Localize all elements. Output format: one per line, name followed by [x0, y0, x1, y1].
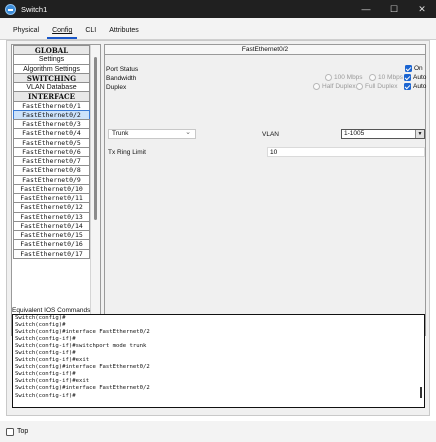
half-duplex-label: Half Duplex [322, 83, 356, 90]
console-line: Switch(config)#interface FastEthernet0/2 [15, 364, 150, 371]
sidebar-item-fastethernet0-4[interactable]: FastEthernet0/4 [13, 128, 90, 139]
radio-icon [369, 74, 376, 81]
sidebar-item-fastethernet0-5[interactable]: FastEthernet0/5 [13, 137, 90, 148]
port-status-label: Port Status [106, 66, 139, 73]
sidebar-item-fastethernet0-7[interactable]: FastEthernet0/7 [13, 156, 90, 167]
bandwidth-auto-label: Auto [413, 74, 427, 81]
sidebar-item-fastethernet0-14[interactable]: FastEthernet0/14 [13, 220, 90, 231]
maximize-button[interactable]: ☐ [380, 0, 408, 18]
ios-commands-console[interactable]: Switch(config)# Switch(config)# Switch(con… [12, 314, 425, 408]
dropdown-arrow-icon[interactable]: ▼ [415, 130, 424, 138]
console-line: Switch(config-if)# [15, 371, 76, 378]
bandwidth-100-radio: 100 Mbps [325, 74, 363, 81]
chevron-down-icon: ⌄ [185, 129, 191, 136]
console-line: Switch(config-if)#switchport mode trunk [15, 343, 147, 350]
tab-cli[interactable]: CLI [80, 27, 101, 39]
app-icon [5, 3, 16, 15]
console-line: Switch(config-if)#exit [15, 357, 90, 364]
full-duplex-label: Full Duplex [365, 83, 398, 90]
bandwidth-100-label: 100 Mbps [334, 74, 363, 81]
sidebar-item-fastethernet0-8[interactable]: FastEthernet0/8 [13, 165, 90, 176]
half-duplex-radio: Half Duplex [313, 83, 356, 90]
sidebar-item-fastethernet0-10[interactable]: FastEthernet0/10 [13, 183, 90, 194]
sidebar-item-fastethernet0-1[interactable]: FastEthernet0/1 [13, 100, 90, 111]
top-label: Top [17, 428, 29, 435]
console-line: Switch(config)#interface FastEthernet0/2 [15, 329, 150, 336]
tab-bar: Physical Config CLI Attributes [0, 18, 436, 40]
sidebar-item-fastethernet0-6[interactable]: FastEthernet0/6 [13, 146, 90, 157]
panel-title: FastEthernet0/2 [105, 45, 425, 55]
close-button[interactable]: ✕ [408, 0, 436, 18]
full-duplex-radio: Full Duplex [356, 83, 398, 90]
config-content: GLOBAL Settings Algorithm Settings SWITCHIN… [6, 40, 430, 416]
sidebar-item-fastethernet0-12[interactable]: FastEthernet0/12 [13, 202, 90, 213]
console-lines: Switch(config)# Switch(config)# Switch(con… [15, 315, 424, 400]
radio-icon [325, 74, 332, 81]
sidebar-item-fastethernet0-17[interactable]: FastEthernet0/17 [13, 248, 90, 259]
tx-ring-limit-input[interactable] [267, 147, 425, 157]
sidebar-list: GLOBAL Settings Algorithm Settings SWITCHIN… [12, 45, 91, 259]
equivalent-ios-label: Equivalent IOS Commands [12, 307, 91, 314]
tab-config[interactable]: Config [47, 27, 78, 39]
sidebar: GLOBAL Settings Algorithm Settings SWITCHIN… [11, 44, 101, 336]
checkbox-checked-icon [404, 83, 411, 90]
bandwidth-auto-checkbox[interactable]: Auto [404, 74, 426, 81]
sidebar-scroll-thumb[interactable] [94, 57, 97, 220]
switchport-mode-select[interactable]: Trunk ⌄ [108, 129, 196, 139]
bandwidth-10-radio: 10 Mbps [369, 74, 403, 81]
minimize-button[interactable]: — [352, 0, 380, 18]
console-line: Switch(config-if)#exit [15, 378, 90, 385]
interface-panel: FastEthernet0/2 Port Status On Bandwidth… [104, 44, 426, 336]
console-line: Switch(config-if)# [15, 336, 76, 343]
sidebar-item-fastethernet0-2[interactable]: FastEthernet0/2 [13, 109, 90, 120]
port-status-on-label: On [414, 65, 423, 72]
switchport-mode-value: Trunk [112, 130, 129, 137]
footer: Top [0, 421, 436, 442]
duplex-auto-label: Auto [413, 83, 427, 90]
duplex-auto-checkbox[interactable]: Auto [404, 83, 426, 90]
console-line: Switch(config)# [15, 315, 66, 321]
vlan-select[interactable]: 1-1005 ▼ [341, 129, 425, 139]
console-line: Switch(config)# [15, 322, 66, 329]
tab-physical[interactable]: Physical [8, 27, 44, 39]
vlan-value: 1-1005 [344, 130, 365, 137]
vlan-label: VLAN [262, 131, 279, 138]
sidebar-scrollbar[interactable] [90, 45, 100, 335]
radio-icon [356, 83, 363, 90]
sidebar-item-fastethernet0-16[interactable]: FastEthernet0/16 [13, 239, 90, 250]
console-scroll-thumb[interactable] [420, 387, 422, 398]
top-checkbox[interactable] [6, 427, 14, 436]
title-bar: Switch1 — ☐ ✕ [0, 0, 436, 18]
tab-attributes[interactable]: Attributes [104, 27, 144, 39]
bandwidth-label: Bandwidth [106, 75, 137, 82]
checkbox-checked-icon [404, 74, 411, 81]
sidebar-item-fastethernet0-15[interactable]: FastEthernet0/15 [13, 230, 90, 241]
sidebar-item-algorithm-settings[interactable]: Algorithm Settings [13, 63, 90, 74]
radio-icon [313, 83, 320, 90]
bandwidth-10-label: 10 Mbps [378, 74, 403, 81]
sidebar-item-fastethernet0-13[interactable]: FastEthernet0/13 [13, 211, 90, 222]
console-line: Switch(config-if)# [15, 350, 76, 357]
console-line: Switch(config)#interface FastEthernet0/2 [15, 385, 150, 392]
console-line: Switch(config-if)# [15, 392, 76, 399]
port-status-on-checkbox[interactable]: On [405, 65, 423, 72]
sidebar-item-fastethernet0-3[interactable]: FastEthernet0/3 [13, 119, 90, 130]
duplex-label: Duplex [106, 84, 127, 91]
window-controls: — ☐ ✕ [352, 0, 436, 18]
sidebar-item-fastethernet0-11[interactable]: FastEthernet0/11 [13, 193, 90, 204]
window-title: Switch1 [21, 4, 48, 14]
sidebar-item-fastethernet0-9[interactable]: FastEthernet0/9 [13, 174, 90, 185]
checkbox-checked-icon [405, 65, 412, 72]
tx-ring-limit-label: Tx Ring Limit [108, 149, 146, 156]
